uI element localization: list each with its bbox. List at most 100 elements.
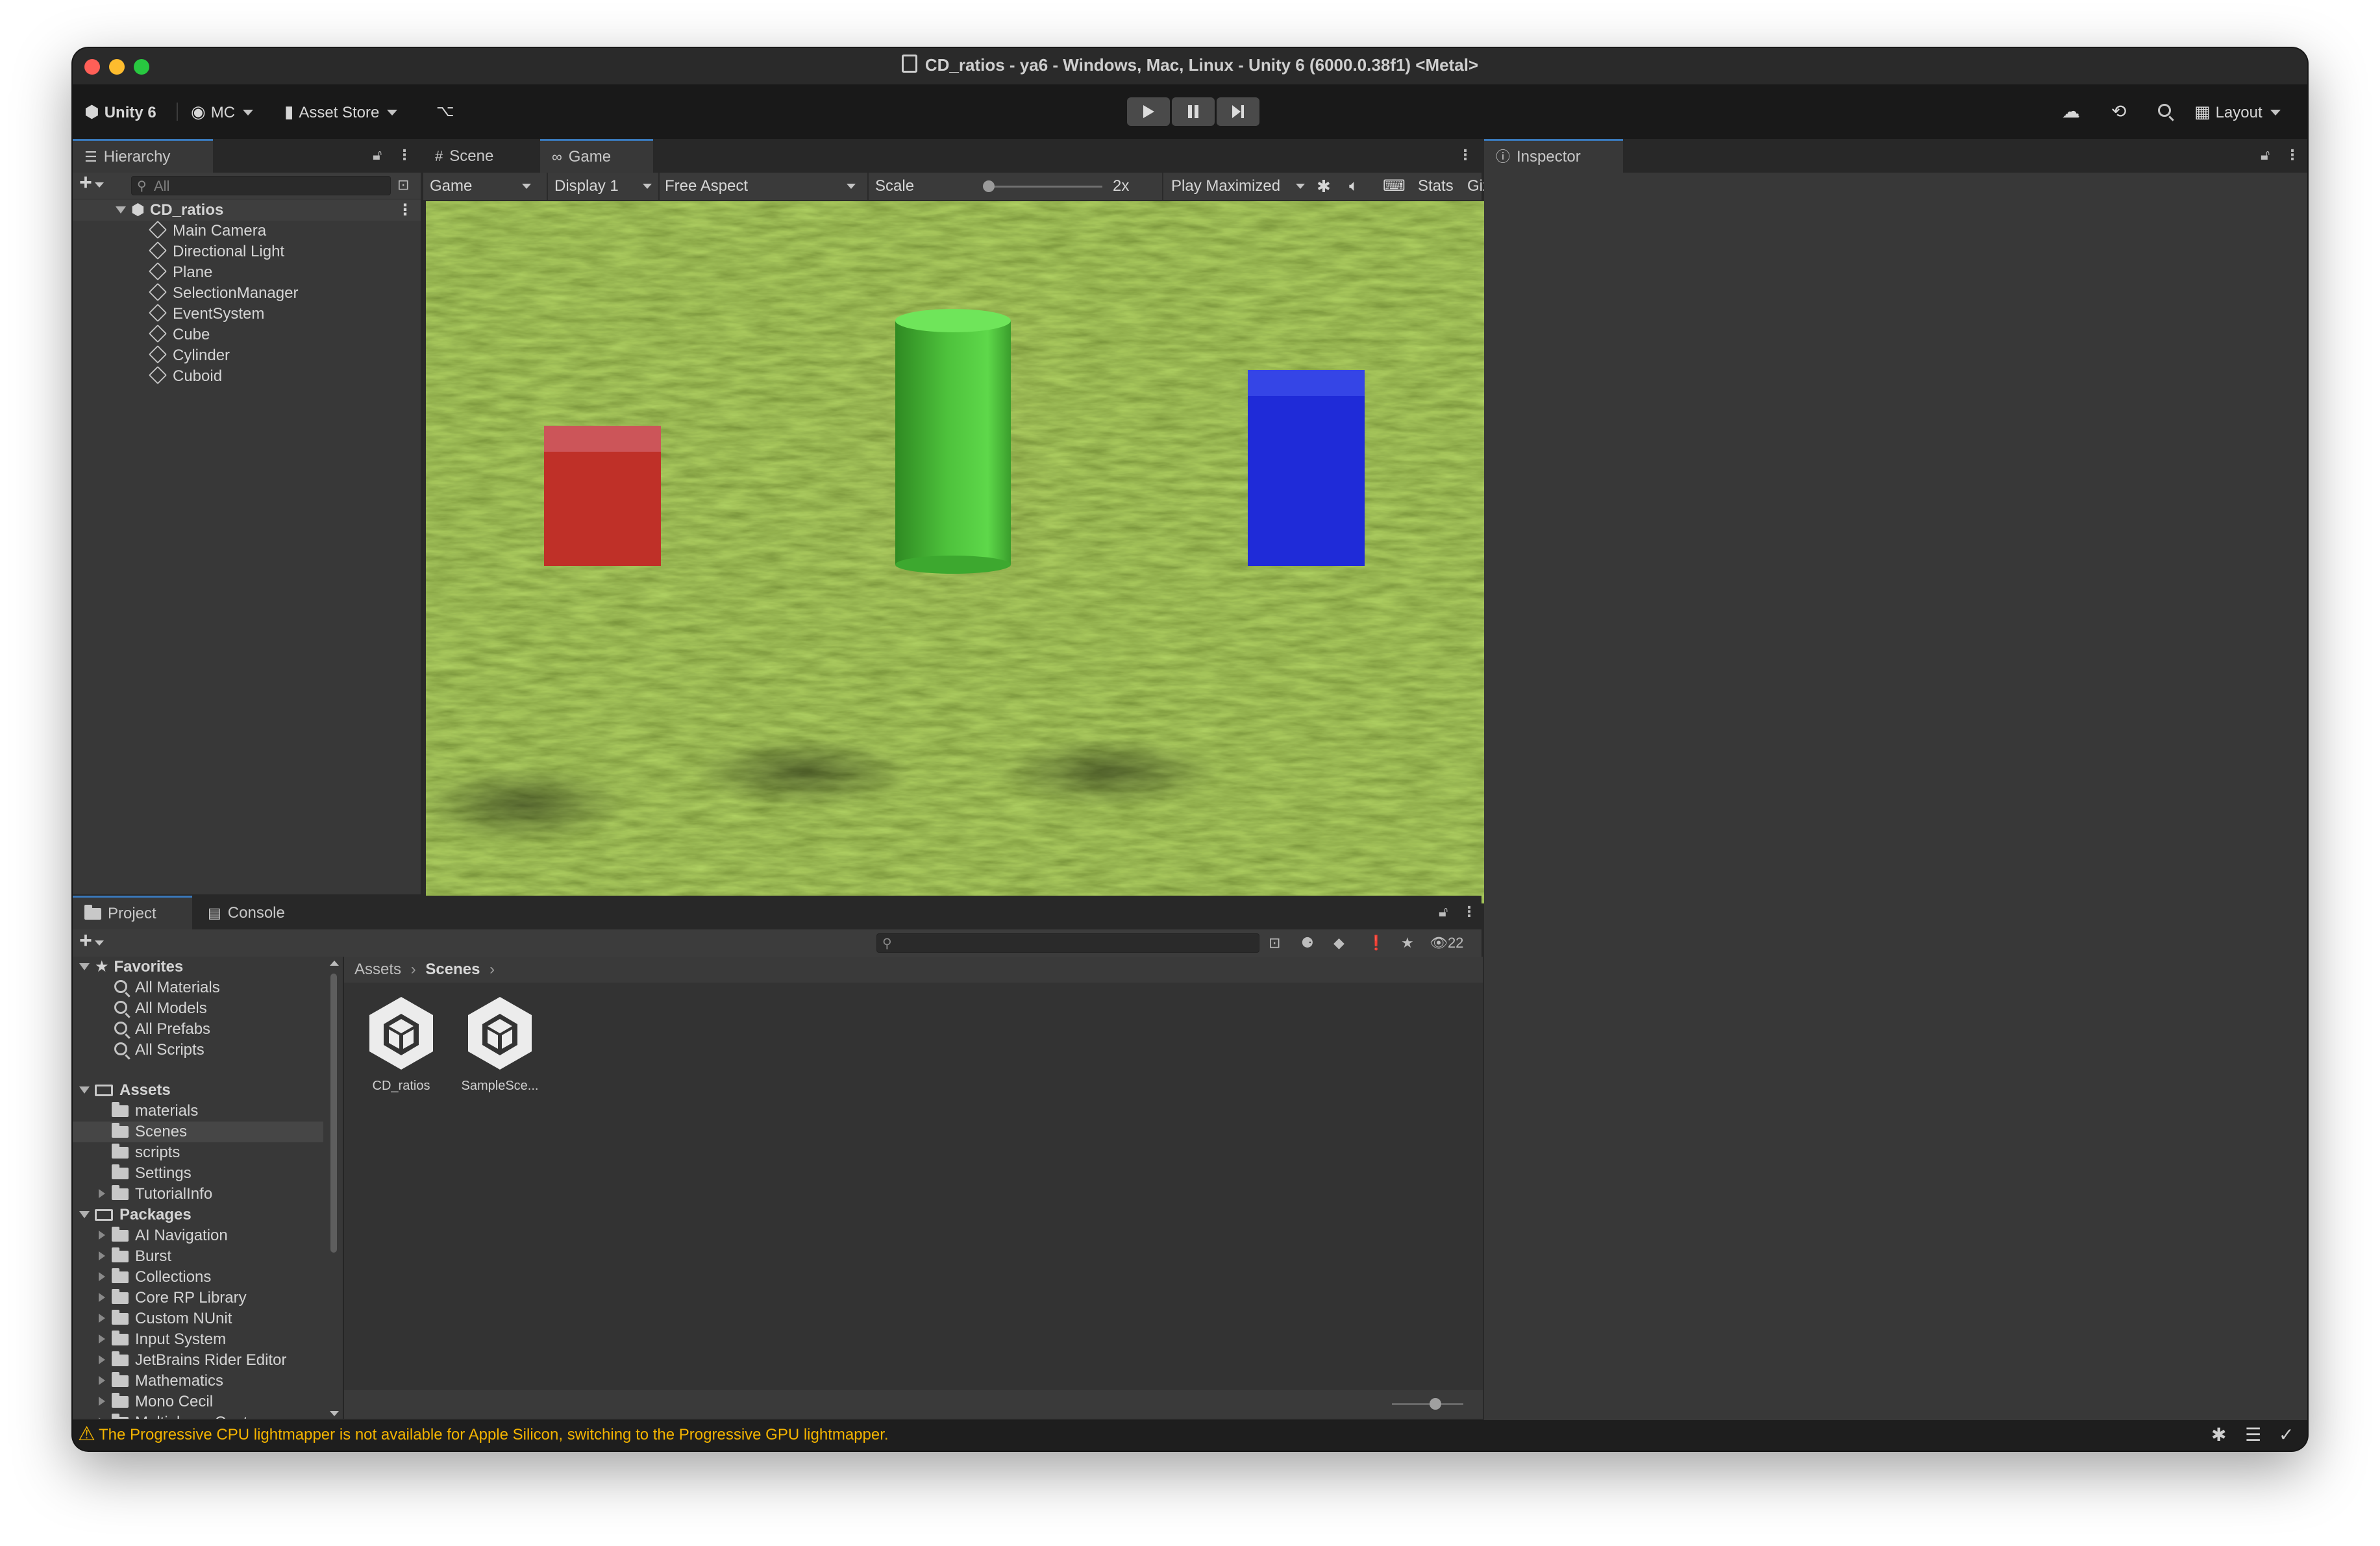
create-asset-button[interactable]: + (79, 928, 104, 953)
package-item[interactable]: Collections (73, 1267, 211, 1288)
asset-store-dropdown[interactable]: ▮ Asset Store (284, 97, 398, 126)
debug-icon[interactable]: ✱ (2211, 1424, 2226, 1445)
scroll-up-arrow[interactable] (330, 961, 339, 966)
package-item[interactable]: JetBrains Rider Editor (73, 1350, 286, 1371)
search-by-type-icon[interactable]: ⊡ (1269, 935, 1280, 951)
breadcrumb-scenes[interactable]: Scenes (425, 961, 480, 978)
aspect-select[interactable]: Free Aspect (665, 173, 862, 200)
scene-more-icon[interactable]: ⋮ (397, 200, 413, 221)
stats-button[interactable]: Stats (1418, 173, 1454, 200)
expand-arrow-icon[interactable] (99, 1376, 105, 1385)
warning-filter-icon[interactable]: ❗ (1367, 935, 1385, 951)
display-select[interactable]: Display 1 (554, 173, 652, 200)
scene-asset-tile[interactable]: CD_ratios (356, 994, 447, 1094)
expand-arrow-icon[interactable] (99, 1189, 105, 1198)
expand-arrow-icon[interactable] (79, 963, 90, 970)
scroll-down-arrow[interactable] (330, 1411, 339, 1416)
project-search-input[interactable]: ⚲ (876, 933, 1259, 953)
asset-folder-item[interactable]: materials (73, 1101, 323, 1122)
cache-server-icon[interactable]: ☰ (2245, 1424, 2261, 1445)
search-by-type-icon[interactable]: ⊡ (397, 177, 409, 193)
game-view[interactable] (426, 201, 1484, 903)
favorite-item[interactable]: All Models (114, 998, 207, 1019)
expand-arrow-icon[interactable] (116, 206, 126, 214)
hierarchy-item[interactable]: EventSystem (148, 303, 264, 325)
mute-audio-toggle[interactable]: 🔈︎ (1349, 173, 1358, 200)
asset-folder-item[interactable]: Settings (73, 1163, 323, 1184)
view-select[interactable]: Game (430, 173, 540, 200)
icon-size-slider[interactable] (1392, 1398, 1463, 1410)
asset-folder-item[interactable]: TutorialInfo (73, 1184, 323, 1205)
hierarchy-search-input[interactable]: ⚲ All (131, 176, 391, 195)
tab-console[interactable]: ▤ Console (196, 896, 313, 929)
expand-arrow-icon[interactable] (99, 1314, 105, 1323)
unity-version-button[interactable]: ⬢ Unity 6 (84, 97, 156, 126)
step-button[interactable] (1217, 97, 1259, 126)
scrollbar-thumb[interactable] (330, 974, 337, 1253)
favorite-star-icon[interactable]: ★ (1401, 935, 1414, 951)
expand-arrow-icon[interactable] (99, 1272, 105, 1281)
hidden-packages-toggle[interactable]: 👁︎22 (1430, 935, 1463, 951)
hierarchy-item[interactable]: Cube (148, 324, 210, 345)
account-dropdown[interactable]: ◉ MC (191, 97, 254, 126)
expand-arrow-icon[interactable] (99, 1334, 105, 1344)
expand-arrow-icon[interactable] (79, 1211, 90, 1218)
progress-check-icon[interactable]: ✓ (2279, 1424, 2294, 1445)
more-options-icon[interactable]: ⋮ (1462, 903, 1476, 920)
breadcrumb-assets[interactable]: Assets (354, 961, 401, 978)
scale-slider[interactable] (983, 180, 1102, 192)
search-button[interactable] (2158, 97, 2179, 126)
icon-size-slider-handle[interactable] (1430, 1398, 1441, 1410)
expand-arrow-icon[interactable] (99, 1231, 105, 1240)
tab-hierarchy[interactable]: ☰ Hierarchy (73, 139, 213, 173)
green-cylinder-object[interactable] (895, 309, 1011, 574)
scene-root-item[interactable]: ⬢ CD_ratios ⋮ (73, 200, 421, 221)
package-item[interactable]: Custom NUnit (73, 1308, 232, 1329)
tab-inspector[interactable]: ⓘ Inspector (1484, 139, 1623, 173)
scale-slider-handle[interactable] (983, 180, 995, 192)
expand-arrow-icon[interactable] (99, 1397, 105, 1406)
favorites-header[interactable]: ★ Favorites (73, 957, 183, 977)
more-options-icon[interactable]: ⋮ (2285, 147, 2299, 164)
more-options-icon[interactable]: ⋮ (1458, 147, 1472, 164)
hierarchy-item[interactable]: Cylinder (148, 345, 230, 366)
package-item[interactable]: Burst (73, 1246, 171, 1267)
package-item[interactable]: Multiplayer Center (73, 1412, 262, 1419)
expand-arrow-icon[interactable] (99, 1293, 105, 1302)
asset-folder-item[interactable]: Scenes (73, 1122, 323, 1142)
create-button[interactable]: + (79, 170, 104, 195)
tab-project[interactable]: Project (73, 896, 192, 929)
tree-scrollbar[interactable] (327, 958, 340, 1416)
favorite-item[interactable]: All Materials (114, 977, 220, 998)
assets-header[interactable]: Assets (73, 1080, 171, 1101)
scene-asset-tile[interactable]: SampleSce... (454, 994, 545, 1094)
package-item[interactable]: Core RP Library (73, 1288, 247, 1308)
hierarchy-item[interactable]: Main Camera (148, 220, 266, 241)
hierarchy-item[interactable]: Plane (148, 262, 212, 283)
lock-icon[interactable]: 🔓︎ (1439, 903, 1448, 920)
hierarchy-item[interactable]: Cuboid (148, 365, 222, 387)
asset-folder-item[interactable]: scripts (73, 1142, 323, 1163)
favorite-item[interactable]: All Prefabs (114, 1019, 210, 1040)
blue-cuboid-object[interactable] (1248, 370, 1365, 566)
pause-button[interactable] (1172, 97, 1215, 126)
expand-arrow-icon[interactable] (79, 1086, 90, 1094)
hierarchy-item[interactable]: Directional Light (148, 241, 284, 262)
expand-arrow-icon[interactable] (99, 1417, 105, 1419)
lock-icon[interactable]: 🔓︎ (2261, 147, 2270, 164)
play-button[interactable] (1127, 97, 1170, 126)
more-options-icon[interactable]: ⋮ (397, 147, 412, 164)
packages-header[interactable]: Packages (73, 1205, 192, 1225)
expand-arrow-icon[interactable] (99, 1355, 105, 1364)
version-control-button[interactable]: ⌥ (436, 97, 454, 126)
lock-icon[interactable]: 🔓︎ (373, 147, 382, 164)
filter-by-type-icon[interactable]: ⚈ (1301, 935, 1314, 951)
tab-scene[interactable]: # Scene (423, 139, 540, 173)
filter-by-label-icon[interactable]: ◆ (1333, 935, 1345, 951)
red-cube-object[interactable] (544, 426, 661, 566)
package-item[interactable]: Mono Cecil (73, 1392, 213, 1412)
favorite-item[interactable]: All Scripts (114, 1040, 205, 1061)
history-button[interactable]: ⟲ (2111, 97, 2126, 126)
status-message[interactable]: The Progressive CPU lightmapper is not a… (99, 1426, 889, 1444)
bug-toggle[interactable]: ✱ (1317, 173, 1331, 200)
